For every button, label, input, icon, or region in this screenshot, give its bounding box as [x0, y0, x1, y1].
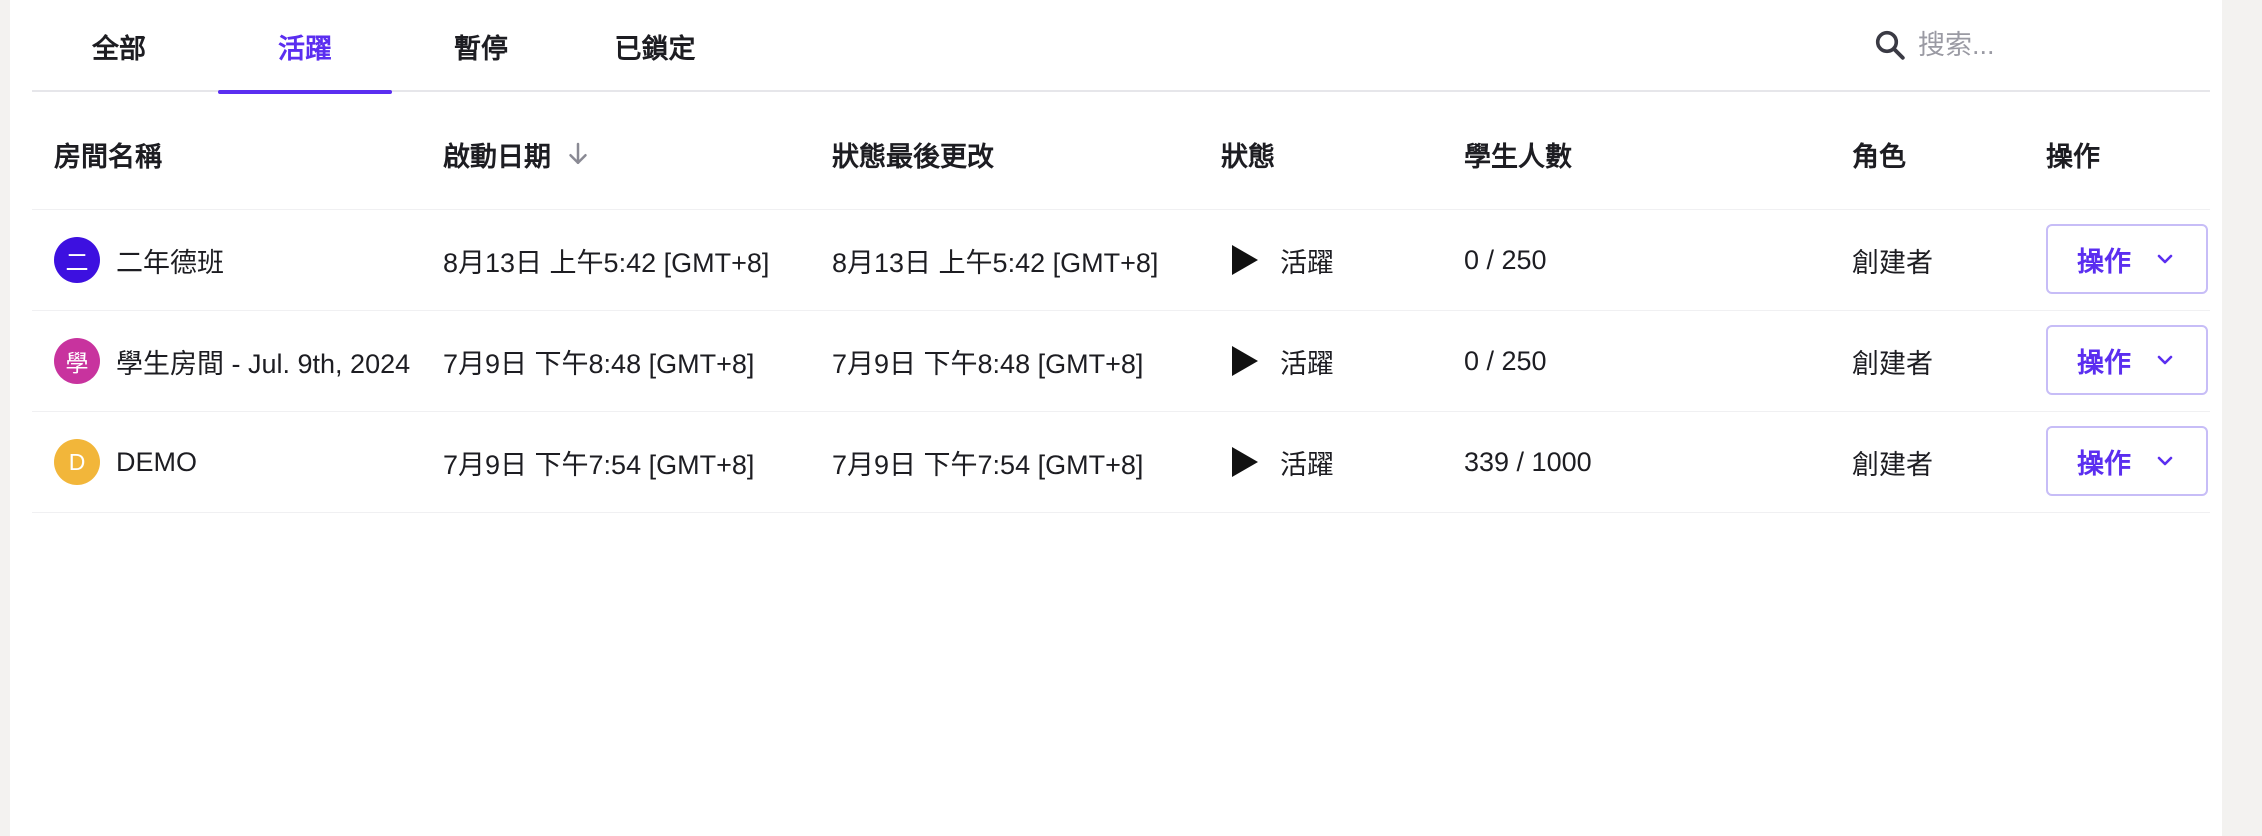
table-end-divider: [32, 512, 2210, 513]
status-cell: 活躍: [1232, 412, 1334, 512]
header-status-changed[interactable]: 狀態最後更改: [832, 112, 994, 196]
tab-locked[interactable]: 已鎖定: [568, 0, 742, 92]
header-status[interactable]: 狀態: [1221, 112, 1275, 196]
start-date: 8月13日 上午5:42 [GMT+8]: [443, 247, 770, 278]
header-room-name[interactable]: 房間名稱: [54, 112, 162, 196]
header-start-date-label: 啟動日期: [443, 141, 551, 172]
student-count: 339 / 1000: [1464, 446, 1592, 477]
search-box[interactable]: [1872, 20, 2202, 70]
header-start-date[interactable]: 啟動日期: [443, 112, 593, 196]
tab-all[interactable]: 全部: [32, 0, 206, 92]
start-date: 7月9日 下午8:48 [GMT+8]: [443, 348, 755, 379]
status-label: 活躍: [1280, 449, 1334, 480]
student-count: 0 / 250: [1464, 345, 1547, 376]
status-cell: 活躍: [1232, 311, 1334, 411]
table-row[interactable]: 二 二年德班 8月13日 上午5:42 [GMT+8] 8月13日 上午5:42…: [32, 209, 2210, 309]
chevron-down-icon: [2157, 254, 2173, 264]
arrow-down-icon[interactable]: [563, 139, 593, 169]
role: 創建者: [1852, 348, 1933, 379]
room-name[interactable]: 學生房間 - Jul. 9th, 2024: [116, 342, 410, 381]
table-row[interactable]: 學 學生房間 - Jul. 9th, 2024 7月9日 下午8:48 [GMT…: [32, 310, 2210, 410]
play-icon: [1232, 245, 1258, 275]
student-count: 0 / 250: [1464, 244, 1547, 275]
status-label: 活躍: [1280, 247, 1334, 278]
play-icon: [1232, 447, 1258, 477]
start-date: 7月9日 下午7:54 [GMT+8]: [443, 449, 755, 480]
table-row[interactable]: D DEMO 7月9日 下午7:54 [GMT+8] 7月9日 下午7:54 […: [32, 411, 2210, 511]
room-name-cell[interactable]: D DEMO: [54, 412, 434, 512]
role: 創建者: [1852, 247, 1933, 278]
actions-label: 操作: [2077, 448, 2131, 479]
tab-bar: 全部 活躍 暫停 已鎖定: [32, 0, 2210, 94]
header-actions: 操作: [2046, 141, 2100, 172]
tab-active[interactable]: 活躍: [218, 0, 392, 94]
chevron-down-icon: [2157, 355, 2173, 365]
actions-dropdown-button[interactable]: 操作: [2046, 224, 2208, 294]
chevron-down-icon: [2157, 456, 2173, 466]
room-name-cell[interactable]: 學 學生房間 - Jul. 9th, 2024: [54, 311, 434, 411]
avatar: 學: [54, 338, 100, 384]
rooms-panel: 全部 活躍 暫停 已鎖定 房間名稱 啟動日期 狀態最後更改 狀態 學生人數 角色…: [10, 0, 2222, 836]
status-changed: 7月9日 下午7:54 [GMT+8]: [832, 449, 1144, 480]
search-input[interactable]: [1918, 29, 2178, 61]
actions-label: 操作: [2077, 246, 2131, 277]
header-role[interactable]: 角色: [1852, 112, 1906, 196]
actions-dropdown-button[interactable]: 操作: [2046, 325, 2208, 395]
actions-label: 操作: [2077, 347, 2131, 378]
avatar: 二: [54, 237, 100, 283]
room-name[interactable]: 二年德班: [116, 241, 224, 280]
status-changed: 8月13日 上午5:42 [GMT+8]: [832, 247, 1159, 278]
header-students[interactable]: 學生人數: [1464, 112, 1572, 196]
room-name[interactable]: DEMO: [116, 447, 197, 478]
search-icon: [1875, 30, 1905, 60]
role: 創建者: [1852, 449, 1933, 480]
room-name-cell[interactable]: 二 二年德班: [54, 210, 434, 310]
actions-dropdown-button[interactable]: 操作: [2046, 426, 2208, 496]
status-label: 活躍: [1280, 348, 1334, 379]
tab-paused[interactable]: 暫停: [394, 0, 568, 92]
status-cell: 活躍: [1232, 210, 1334, 310]
play-icon: [1232, 346, 1258, 376]
table-header: 房間名稱 啟動日期 狀態最後更改 狀態 學生人數 角色 操作: [32, 112, 2210, 196]
avatar: D: [54, 439, 100, 485]
status-changed: 7月9日 下午8:48 [GMT+8]: [832, 348, 1144, 379]
